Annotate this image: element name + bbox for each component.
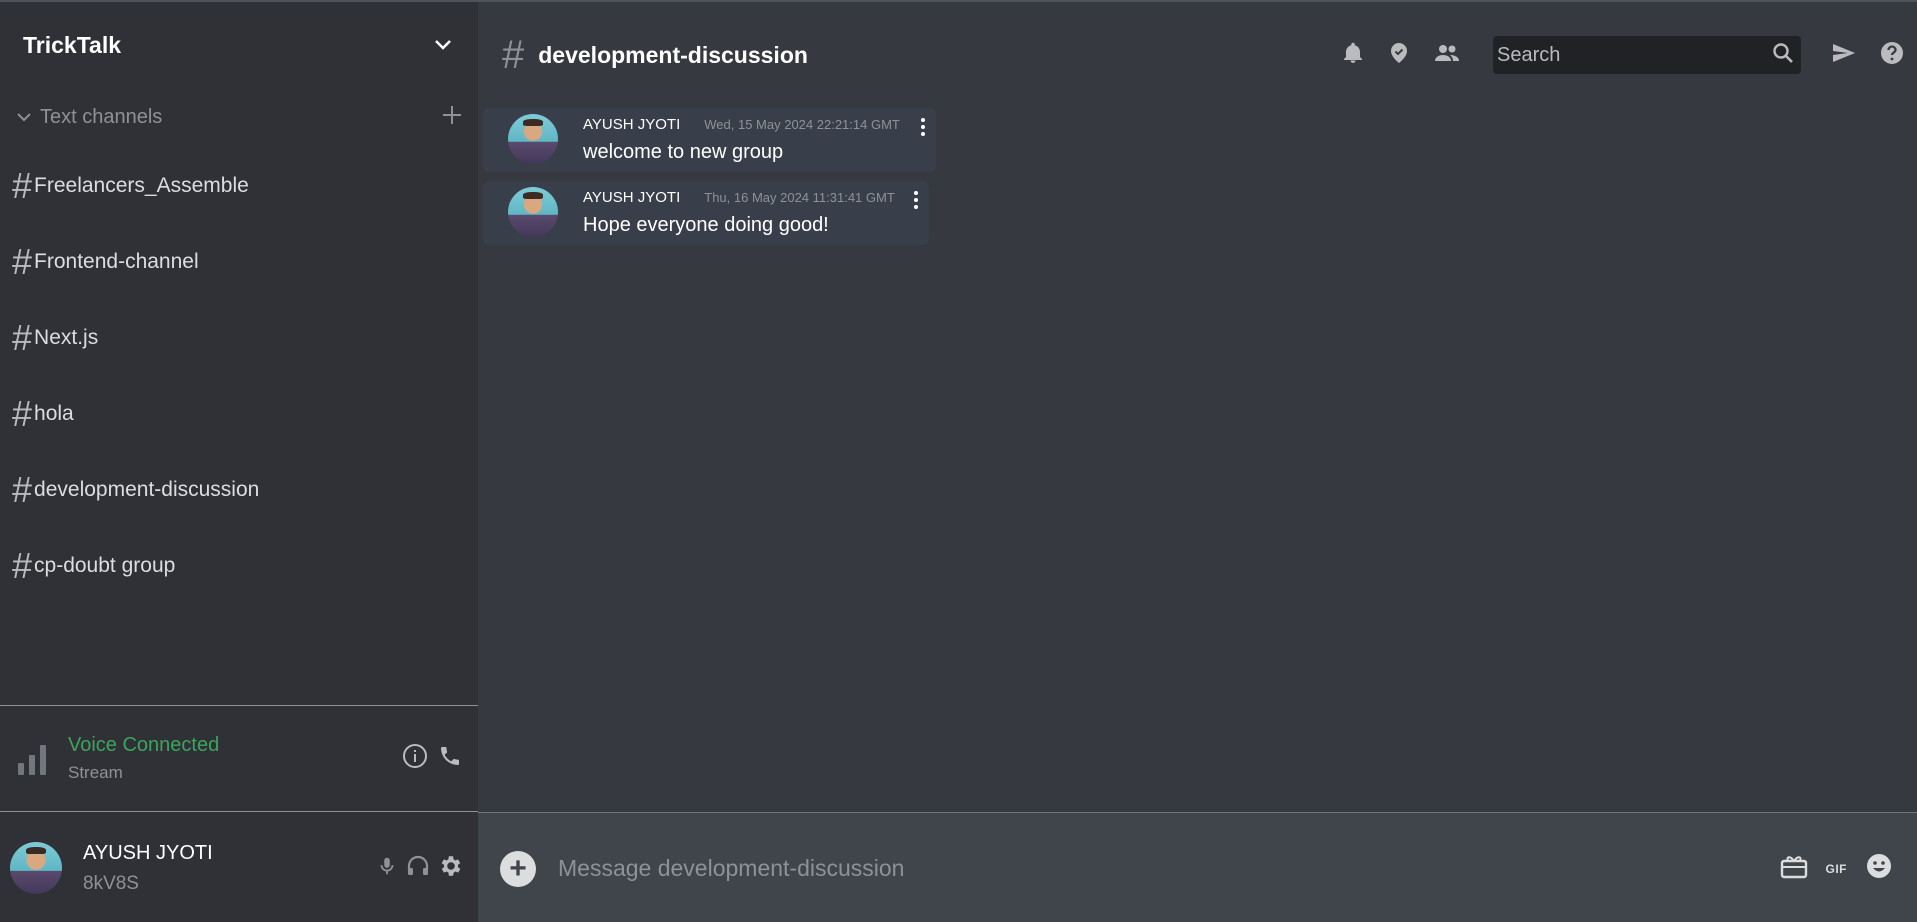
search-icon[interactable] bbox=[1771, 41, 1795, 70]
gear-icon[interactable] bbox=[438, 853, 464, 884]
channel-list: # Freelancers_Assemble # Frontend-channe… bbox=[0, 148, 478, 604]
add-attachment-button[interactable]: + bbox=[500, 850, 536, 887]
info-icon[interactable] bbox=[402, 743, 428, 774]
channel-name: development-discussion bbox=[34, 478, 260, 501]
hash-icon: # bbox=[12, 317, 33, 358]
channel-name: Freelancers_Assemble bbox=[34, 174, 249, 197]
gif-button[interactable]: GIF bbox=[1826, 862, 1848, 876]
voice-status-panel: Voice Connected Stream bbox=[0, 705, 478, 812]
search-input[interactable] bbox=[1497, 43, 1771, 67]
voice-sub: Stream bbox=[68, 763, 123, 782]
bell-icon[interactable] bbox=[1341, 41, 1365, 70]
hash-icon: # bbox=[12, 545, 33, 586]
message-composer: + GIF bbox=[478, 812, 1917, 922]
channel-sidebar: TrickTalk Text channels # Freelancers_As… bbox=[0, 0, 478, 922]
help-icon[interactable] bbox=[1879, 40, 1905, 71]
channel-item-development-discussion[interactable]: # development-discussion bbox=[0, 452, 478, 528]
chevron-down-icon[interactable] bbox=[432, 34, 454, 56]
search-box[interactable] bbox=[1493, 36, 1801, 74]
headphones-icon[interactable] bbox=[406, 854, 430, 883]
hash-icon: # bbox=[12, 469, 33, 510]
message-list: AYUSH JYOTI Wed, 15 May 2024 22:21:14 GM… bbox=[478, 108, 1917, 245]
phone-icon[interactable] bbox=[438, 744, 462, 773]
channel-name: Next.js bbox=[34, 326, 99, 349]
hash-icon: # bbox=[12, 165, 33, 206]
text-channels-header: Text channels bbox=[0, 88, 478, 132]
channel-item-nextjs[interactable]: # Next.js bbox=[0, 300, 478, 376]
channel-item-frontend-channel[interactable]: # Frontend-channel bbox=[0, 224, 478, 300]
server-header[interactable]: TrickTalk bbox=[0, 2, 478, 88]
chevron-down-icon[interactable] bbox=[16, 106, 32, 129]
message-author[interactable]: AYUSH JYOTI bbox=[583, 189, 680, 206]
add-channel-icon[interactable] bbox=[442, 105, 462, 130]
hash-icon: # bbox=[12, 393, 33, 434]
members-icon[interactable] bbox=[1433, 41, 1461, 70]
message-timestamp: Thu, 16 May 2024 11:31:41 GMT bbox=[704, 190, 895, 205]
channel-name: Frontend-channel bbox=[34, 250, 199, 273]
channel-name: hola bbox=[34, 402, 74, 425]
chat-main: # development-discussion Search AYUSH JY… bbox=[478, 0, 1917, 922]
message-input[interactable] bbox=[558, 855, 1780, 882]
server-name: TrickTalk bbox=[23, 31, 122, 58]
app-window: TrickTalk Text channels # Freelancers_As… bbox=[0, 0, 1917, 922]
avatar[interactable] bbox=[508, 187, 558, 237]
more-options-icon[interactable] bbox=[920, 118, 926, 136]
channel-title: development-discussion bbox=[538, 41, 808, 68]
avatar[interactable] bbox=[508, 114, 558, 164]
message-timestamp: Wed, 15 May 2024 22:21:14 GMT bbox=[704, 117, 900, 132]
channel-name: cp-doubt group bbox=[34, 554, 176, 577]
pin-icon[interactable] bbox=[1387, 41, 1411, 70]
send-icon[interactable] bbox=[1831, 41, 1857, 70]
avatar[interactable] bbox=[10, 842, 62, 894]
message-item[interactable]: AYUSH JYOTI Thu, 16 May 2024 11:31:41 GM… bbox=[483, 181, 929, 245]
signal-bars-icon bbox=[18, 743, 50, 775]
message-text: Hope everyone doing good! bbox=[583, 214, 829, 236]
text-channels-label: Text channels bbox=[40, 105, 163, 128]
channel-item-cp-doubt-group[interactable]: # cp-doubt group bbox=[0, 528, 478, 604]
channel-item-freelancers-assemble[interactable]: # Freelancers_Assemble bbox=[0, 148, 478, 224]
user-tag: 8kV8S bbox=[83, 872, 139, 894]
user-panel: AYUSH JYOTI 8kV8S bbox=[0, 812, 478, 922]
message-text: welcome to new group bbox=[583, 141, 784, 163]
message-item[interactable]: AYUSH JYOTI Wed, 15 May 2024 22:21:14 GM… bbox=[483, 108, 936, 172]
more-options-icon[interactable] bbox=[913, 191, 919, 209]
gift-icon[interactable] bbox=[1780, 853, 1808, 884]
hash-icon: # bbox=[502, 33, 525, 77]
message-author[interactable]: AYUSH JYOTI bbox=[583, 116, 680, 133]
channel-header: # development-discussion bbox=[478, 2, 1917, 108]
channel-item-hola[interactable]: # hola bbox=[0, 376, 478, 452]
hash-icon: # bbox=[12, 241, 33, 282]
emoji-icon[interactable] bbox=[1865, 852, 1893, 885]
microphone-icon[interactable] bbox=[376, 855, 398, 882]
voice-status: Voice Connected bbox=[68, 734, 220, 756]
user-name: AYUSH JYOTI bbox=[83, 841, 213, 864]
